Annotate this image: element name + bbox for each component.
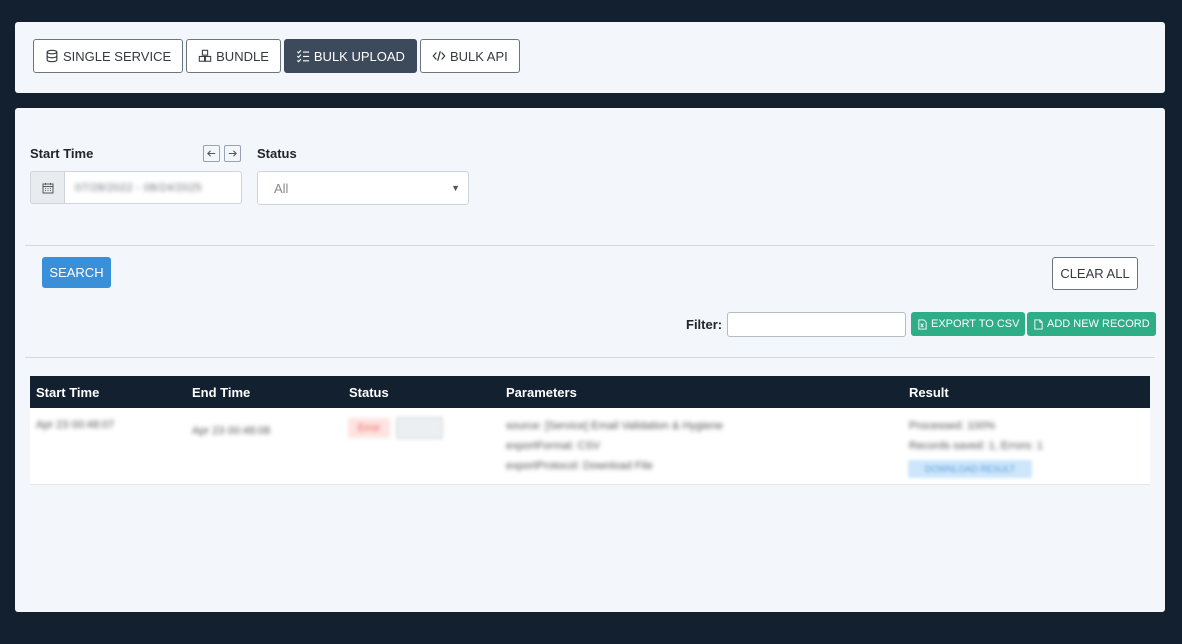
bulk-upload-panel: Start Time Status 07/28/2022 - 08/24/202… xyxy=(15,108,1165,612)
date-range-picker[interactable]: 07/28/2022 - 08/24/2025 xyxy=(30,171,242,204)
download-result-button[interactable]: DOWNLOAD RESULT xyxy=(908,460,1032,478)
arrow-right-icon xyxy=(228,150,237,157)
tab-bundle[interactable]: BUNDLE xyxy=(186,39,281,73)
column-header[interactable]: Start Time xyxy=(36,385,99,400)
tab-label: SINGLE SERVICE xyxy=(63,48,172,64)
divider xyxy=(25,245,1155,246)
column-header[interactable]: Parameters xyxy=(506,385,577,400)
status-select[interactable]: All ▼ xyxy=(257,171,469,205)
tab-bulk-api[interactable]: BULK API xyxy=(419,39,520,73)
clear-all-button[interactable]: CLEAR ALL xyxy=(1052,257,1138,290)
table-row: Apr 23 00:48:07 Apr 23 00:48:08 Error so… xyxy=(30,408,1150,485)
list-check-icon xyxy=(296,49,310,63)
database-icon xyxy=(46,49,58,63)
row-result: Processed: 100% xyxy=(909,420,996,432)
status-select-value: All xyxy=(274,180,289,196)
tab-label: BULK UPLOAD xyxy=(313,48,405,64)
export-csv-button[interactable]: EXPORT TO CSV xyxy=(911,312,1026,336)
export-label: EXPORT TO CSV xyxy=(931,318,1020,330)
boxes-icon xyxy=(198,49,212,62)
code-icon xyxy=(432,51,446,61)
calendar-icon-addon[interactable] xyxy=(31,172,65,203)
row-param: source: [Service] Email Validation & Hyg… xyxy=(506,420,723,432)
column-header[interactable]: Status xyxy=(349,385,389,400)
tab-label: BULK API xyxy=(449,48,508,64)
status-badge: Error xyxy=(348,418,390,438)
file-icon xyxy=(1034,318,1043,330)
filter-label: Filter: xyxy=(686,317,723,332)
column-header[interactable]: End Time xyxy=(192,385,250,400)
file-excel-icon xyxy=(918,318,927,330)
tab-single-service[interactable]: SINGLE SERVICE xyxy=(33,39,184,73)
tab-bulk-upload[interactable]: BULK UPLOAD xyxy=(283,39,417,73)
status-action-button[interactable] xyxy=(396,417,443,439)
prev-range-button[interactable] xyxy=(203,145,220,162)
divider xyxy=(25,357,1155,358)
date-range-input[interactable]: 07/28/2022 - 08/24/2025 xyxy=(65,172,241,203)
row-param: exportProtocol: Download File xyxy=(506,460,653,472)
row-result: Records saved: 1, Errors: 1 xyxy=(909,440,1043,452)
row-param: exportFormat: CSV xyxy=(506,440,601,452)
add-new-record-button[interactable]: ADD NEW RECORD xyxy=(1027,312,1156,336)
column-header[interactable]: Result xyxy=(909,385,949,400)
next-range-button[interactable] xyxy=(224,145,241,162)
row-end-time: Apr 23 00:48:08 xyxy=(192,425,271,437)
service-tabs: SINGLE SERVICE BUNDLE BULK UPLOAD BULK A… xyxy=(33,39,520,73)
caret-down-icon: ▼ xyxy=(451,183,460,193)
table-header: Start Time End Time Status Parameters Re… xyxy=(30,376,1150,408)
tab-label: BUNDLE xyxy=(216,48,269,64)
add-record-label: ADD NEW RECORD xyxy=(1047,318,1150,330)
arrow-left-icon xyxy=(207,150,216,157)
calendar-icon xyxy=(42,182,53,193)
row-start-time: Apr 23 00:48:07 xyxy=(36,419,115,431)
start-time-label: Start Time xyxy=(30,146,94,161)
service-type-card: SINGLE SERVICE BUNDLE BULK UPLOAD BULK A… xyxy=(15,22,1165,93)
search-button[interactable]: SEARCH xyxy=(42,257,111,288)
status-label: Status xyxy=(257,146,297,161)
filter-input[interactable] xyxy=(727,312,906,337)
